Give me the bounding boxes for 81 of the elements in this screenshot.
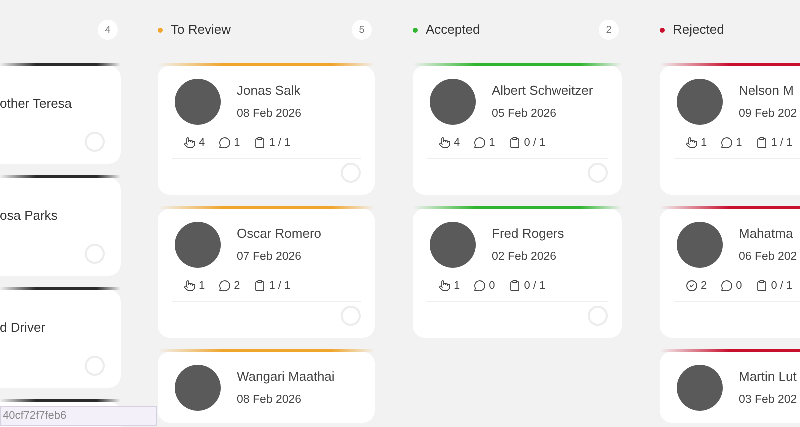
candidate-name: Wangari Maathai [237, 368, 335, 386]
stat-count: 0 / 1 [524, 136, 546, 151]
card[interactable]: osa Parks [0, 178, 121, 276]
clipboard-icon [509, 137, 522, 149]
avatar-photo-placeholder [175, 79, 221, 125]
stat-count: 0 / 1 [524, 278, 546, 294]
clipboard-icon [756, 280, 768, 292]
candidate-name: Fred Rogers [492, 224, 564, 243]
card[interactable]: Jonas Salk 08 Feb 2026 4 1 1 / 1 [158, 66, 375, 195]
stat-count: 4 [199, 136, 206, 151]
avatar-photo-placeholder [175, 365, 221, 411]
card-date: 07 Feb 2026 [237, 250, 303, 266]
pointing-hand-icon [686, 137, 698, 149]
card-name: other Teresa [0, 95, 72, 114]
stat-count: 4 [454, 136, 460, 151]
stat-count: 1 / 1 [269, 278, 291, 294]
card-date: 09 Feb 202 [739, 107, 798, 122]
pointing-hand-icon [439, 137, 451, 149]
stat-count: 0 / 1 [771, 278, 793, 294]
card-date: 08 Feb 2026 [237, 393, 303, 408]
avatar-photo-placeholder [175, 222, 221, 268]
card-date: 06 Feb 202 [739, 250, 798, 266]
candidate-name: Oscar Romero [237, 224, 322, 243]
clipboard-icon [509, 280, 522, 292]
clipboard-icon [254, 280, 266, 292]
column-title: Rejected [673, 21, 724, 40]
count-badge: 5 [352, 20, 372, 40]
card-date: 02 Feb 2026 [492, 250, 558, 266]
clipboard-icon [756, 137, 768, 149]
candidate-name: Nelson M [739, 82, 795, 100]
card-date: 08 Feb 2026 [237, 107, 302, 122]
stat-count: 1 [736, 136, 742, 151]
candidate-name: Martin Lut [739, 368, 798, 386]
comment-icon [721, 137, 734, 149]
card-date: 05 Feb 2026 [492, 107, 558, 122]
stat-count: 1 [701, 136, 708, 151]
pointing-hand-icon [184, 280, 196, 292]
comment-icon [219, 280, 232, 292]
pointing-hand-icon [184, 137, 196, 149]
clipboard-icon [254, 137, 266, 149]
count-badge: 4 [98, 20, 118, 40]
stat-count: 1 / 1 [771, 136, 793, 151]
comment-icon [721, 280, 734, 292]
column-title: To Review [171, 21, 231, 40]
card[interactable]: other Teresa [0, 66, 121, 164]
candidate-name: Albert Schweitzer [492, 82, 594, 100]
card-name: d Driver [0, 319, 46, 338]
stat-count: 1 / 1 [269, 136, 291, 151]
pointing-hand-icon [439, 280, 451, 292]
link-preview-tooltip: 40cf72f7feb6 [0, 406, 157, 426]
avatar-photo-placeholder [677, 365, 723, 411]
comment-icon [474, 137, 486, 149]
stat-count: 1 [489, 136, 496, 151]
card[interactable]: Oscar Romero 07 Feb 2026 1 2 1 / 1 [158, 209, 375, 338]
stat-count: 2 [701, 278, 708, 294]
check-circle-icon [686, 280, 698, 292]
stat-count: 1 [234, 136, 240, 151]
comment-icon [219, 137, 232, 149]
card-date: 03 Feb 202 [739, 393, 798, 408]
stat-count: 0 [489, 278, 496, 294]
stat-count: 0 [736, 278, 742, 294]
candidate-name: Mahatma [739, 224, 794, 243]
stat-count: 1 [199, 278, 206, 294]
card-name: osa Parks [0, 207, 58, 226]
avatar-photo-placeholder [677, 79, 723, 125]
avatar-photo-placeholder [430, 79, 476, 125]
card[interactable]: Wangari Maathai 08 Feb 2026 [158, 352, 375, 423]
card[interactable]: Martin Lut 03 Feb 202 [660, 352, 800, 423]
card[interactable]: Mahatma 06 Feb 202 2 0 0 / 1 [660, 209, 800, 338]
stat-count: 2 [234, 278, 240, 294]
comment-icon [474, 280, 486, 292]
card[interactable]: d Driver [0, 290, 121, 388]
count-badge: 2 [599, 20, 619, 40]
stat-count: 1 [454, 278, 460, 294]
card[interactable]: Albert Schweitzer 05 Feb 2026 4 1 0 / 1 [413, 66, 622, 195]
candidate-name: Jonas Salk [237, 82, 302, 100]
avatar-photo-placeholder [677, 222, 723, 268]
card[interactable]: Fred Rogers 02 Feb 2026 1 0 0 / 1 [413, 209, 622, 338]
card[interactable]: Nelson M 09 Feb 202 1 1 1 / 1 [660, 66, 800, 195]
column-title: Accepted [426, 21, 480, 40]
avatar-photo-placeholder [430, 222, 476, 268]
